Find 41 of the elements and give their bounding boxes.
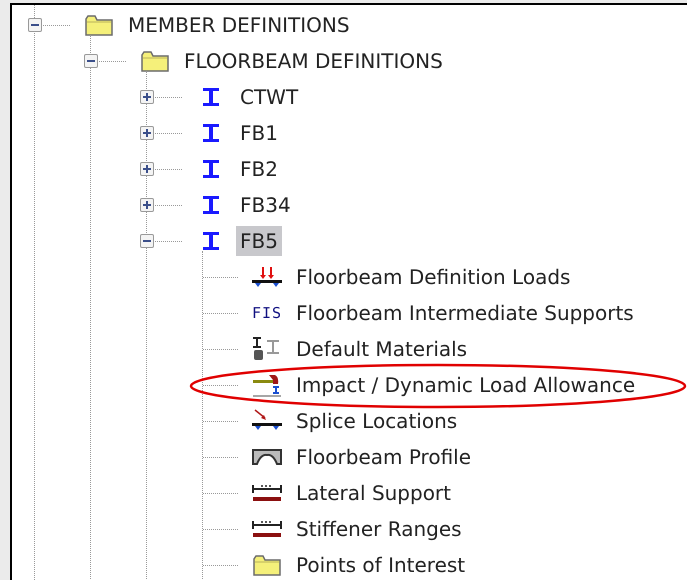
tree-item-label[interactable]: Floorbeam Definition Loads [292, 262, 574, 292]
i-beam-icon [201, 194, 221, 216]
tree-item-label[interactable]: Floorbeam Intermediate Supports [292, 298, 638, 328]
plus-icon [143, 129, 151, 137]
expander-button[interactable] [140, 90, 154, 104]
minus-icon [31, 21, 39, 29]
expander-button[interactable] [140, 162, 154, 176]
tree-item-label[interactable]: FB2 [236, 154, 282, 184]
folder-icon [140, 49, 170, 73]
plus-icon [143, 165, 151, 173]
i-beam-icon [201, 86, 221, 108]
expander-button[interactable] [140, 126, 154, 140]
plus-icon [143, 201, 151, 209]
beam-loads-icon [251, 265, 283, 289]
folder-icon [252, 553, 282, 577]
tree-item-label[interactable]: Splice Locations [292, 406, 462, 436]
tree-item-label[interactable]: Lateral Support [292, 478, 455, 508]
tree-item-label[interactable]: CTWT [236, 82, 302, 112]
minus-icon [143, 237, 151, 245]
tree-item-label[interactable]: Default Materials [292, 334, 472, 364]
fis-icon: FIS [252, 306, 282, 320]
tree-item-label[interactable]: Stiffener Ranges [292, 514, 466, 544]
tree-item-label[interactable]: FB1 [236, 118, 282, 148]
tree-item-label[interactable]: Points of Interest [292, 550, 470, 580]
tree-item-label[interactable]: FLOORBEAM DEFINITIONS [180, 46, 447, 76]
expander-button[interactable] [84, 54, 98, 68]
i-beam-icon [201, 158, 221, 180]
expander-button[interactable] [140, 234, 154, 248]
tree-item-label[interactable]: FB5 [236, 226, 282, 256]
plus-icon [143, 93, 151, 101]
minus-icon [87, 57, 95, 65]
beam-profile-icon [251, 446, 283, 468]
expander-button[interactable] [140, 198, 154, 212]
expander-button[interactable] [28, 18, 42, 32]
i-beam-icon [201, 122, 221, 144]
impact-load-icon [251, 372, 283, 398]
tree-item-label[interactable]: FB34 [236, 190, 295, 220]
tree-item-label[interactable]: MEMBER DEFINITIONS [124, 10, 354, 40]
i-beam-icon [201, 230, 221, 252]
tree-item-label[interactable]: Floorbeam Profile [292, 442, 476, 472]
folder-icon [84, 13, 114, 37]
